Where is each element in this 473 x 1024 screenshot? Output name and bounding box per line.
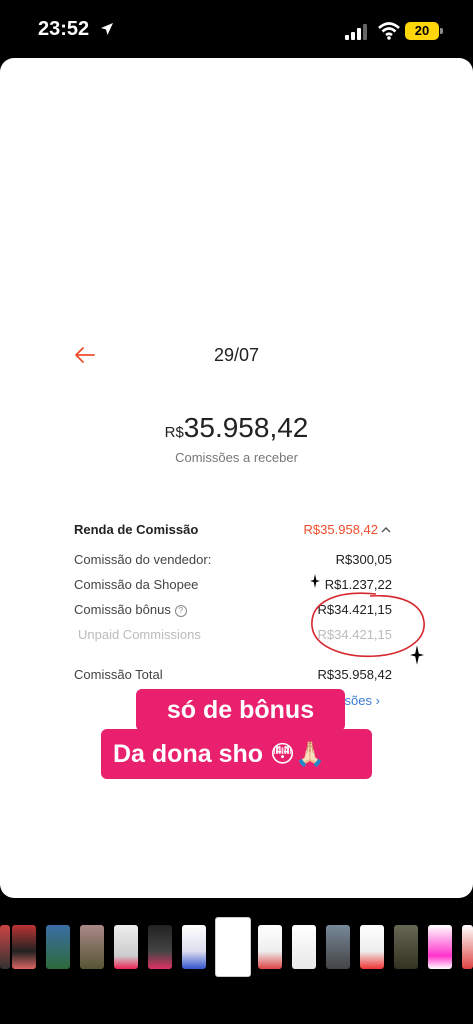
row-label: Comissão do vendedor: xyxy=(74,552,212,567)
thumbnail[interactable] xyxy=(394,925,418,969)
row-value: R$35.958,42 xyxy=(317,667,392,682)
thumbnail-selected[interactable] xyxy=(215,917,251,977)
bonus-label-text: Comissão bônus xyxy=(74,602,171,617)
caption-line-2-text: Da dona sho xyxy=(113,740,264,768)
amount-caption: Comissões a receber xyxy=(175,450,298,465)
chevron-right-icon: › xyxy=(375,693,380,708)
thumbnail[interactable] xyxy=(80,925,104,969)
section-title: Renda de Comissão xyxy=(74,522,199,537)
wifi-icon xyxy=(378,22,400,40)
page-title-date: 29/07 xyxy=(213,345,260,365)
chevron-up-icon[interactable] xyxy=(380,524,392,536)
thumbnail[interactable] xyxy=(360,925,384,969)
cellular-signal-icon xyxy=(345,24,367,40)
thumbnail[interactable] xyxy=(292,925,316,969)
caption-emoji: 😳🙏🏻 xyxy=(269,741,325,768)
row-label: Unpaid Commissions xyxy=(78,627,201,642)
thumbnail[interactable] xyxy=(462,925,473,969)
caption-line-1: só de bônus xyxy=(136,689,345,731)
info-icon[interactable]: ? xyxy=(174,604,187,617)
thumbnail[interactable] xyxy=(326,925,350,969)
status-bar: 23:52 20 xyxy=(0,0,473,58)
thumbnail[interactable] xyxy=(182,925,206,969)
thumbnail[interactable] xyxy=(46,925,70,969)
row-label: Comissão bônus? xyxy=(74,602,187,617)
row-value: R$300,05 xyxy=(335,552,392,567)
amount-value: 35.958,42 xyxy=(183,412,309,443)
status-time: 23:52 xyxy=(38,18,90,40)
thumbnail[interactable] xyxy=(258,925,282,969)
battery-indicator: 20 xyxy=(405,22,439,40)
battery-tip xyxy=(440,28,443,34)
thumbnail[interactable] xyxy=(0,925,10,969)
section-value: R$35.958,42 xyxy=(303,522,378,537)
total-amount: R$35.958,42 xyxy=(0,412,473,444)
row-label: Comissão da Shopee xyxy=(74,577,199,592)
sparkle-icon xyxy=(410,645,424,665)
thumbnail[interactable] xyxy=(114,925,138,969)
thumbnail-strip[interactable] xyxy=(0,915,473,977)
currency-symbol: R$ xyxy=(164,424,184,441)
thumbnail[interactable] xyxy=(148,925,172,969)
row-label: Comissão Total xyxy=(74,667,163,682)
caption-line-2: Da dona sho 😳🙏🏻 xyxy=(101,729,372,779)
sparkle-icon xyxy=(310,574,320,588)
location-arrow-icon xyxy=(101,23,113,35)
thumbnail[interactable] xyxy=(12,925,36,969)
thumbnail[interactable] xyxy=(428,925,452,969)
